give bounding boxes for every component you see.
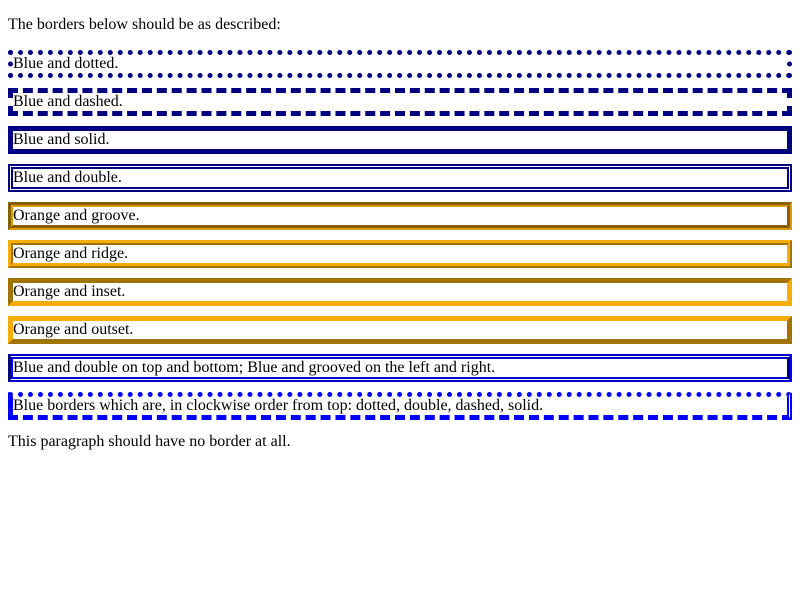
mixed-style-border-box: Blue borders which are, in clockwise ord… [8,392,792,420]
no-border-paragraph: This paragraph should have no border at … [8,433,291,450]
page-content: The borders below should be as described… [0,0,800,459]
dashed-border-label: Blue and dashed. [13,93,123,110]
solid-border-label: Blue and solid. [13,131,110,148]
mixed-style-border-label: Blue borders which are, in clockwise ord… [13,397,544,414]
ridge-border-box: Orange and ridge. [8,240,792,268]
outset-border-label: Orange and outset. [13,321,134,338]
groove-border-label: Orange and groove. [13,207,140,224]
solid-border-box: Blue and solid. [8,126,792,154]
groove-border-box: Orange and groove. [8,202,792,230]
dotted-border-box: Blue and dotted. [8,50,792,78]
double-groove-border-box: Blue and double on top and bottom; Blue … [8,354,792,382]
inset-border-box: Orange and inset. [8,278,792,306]
dashed-border-box: Blue and dashed. [8,88,792,116]
double-border-box: Blue and double. [8,164,792,192]
intro-paragraph: The borders below should be as described… [8,16,281,33]
double-border-label: Blue and double. [13,169,122,186]
ridge-border-label: Orange and ridge. [13,245,129,262]
double-groove-border-label: Blue and double on top and bottom; Blue … [13,359,496,376]
outset-border-box: Orange and outset. [8,316,792,344]
inset-border-label: Orange and inset. [13,283,126,300]
dotted-border-label: Blue and dotted. [13,55,119,72]
